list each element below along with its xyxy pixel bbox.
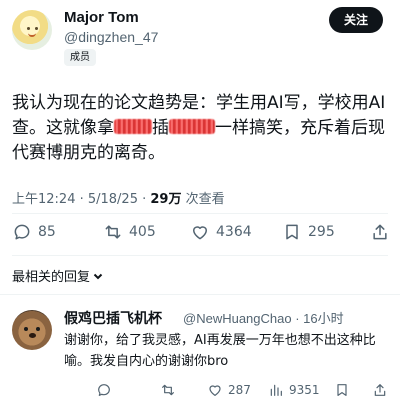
share-action[interactable] bbox=[370, 222, 390, 242]
replies-sort-dropdown[interactable]: 最相关的回复 bbox=[12, 266, 104, 285]
tweet-text-part-2: 插 bbox=[152, 118, 169, 138]
avatar-eye bbox=[24, 327, 28, 331]
share-icon bbox=[373, 224, 387, 240]
bookmark-icon bbox=[286, 224, 298, 240]
bookmark-icon bbox=[337, 384, 347, 396]
reply-text: 谢谢你，给了我灵感，AI再发展一万年也想不出这种比喻。我发自内心的谢谢你bro bbox=[64, 333, 376, 369]
divider bbox=[12, 255, 388, 256]
like-count: 4364 bbox=[216, 224, 252, 240]
reply-reply-action[interactable] bbox=[96, 382, 112, 398]
tweet-timestamp[interactable]: 上午12:24 · 5/18/25 · bbox=[12, 192, 150, 207]
redacted-word bbox=[114, 119, 152, 134]
like-action[interactable]: 4364 bbox=[190, 222, 252, 242]
bookmark-action[interactable]: 295 bbox=[282, 222, 335, 242]
bar-chart-icon bbox=[270, 384, 282, 396]
divider bbox=[0, 294, 400, 295]
reply-bookmark-action[interactable] bbox=[334, 382, 350, 398]
redacted-word bbox=[169, 119, 215, 134]
replies-sort-label: 最相关的回复 bbox=[12, 270, 91, 285]
reply-author-avatar[interactable] bbox=[12, 310, 52, 350]
member-badge: 成员 bbox=[64, 49, 96, 66]
chevron-down-icon bbox=[93, 273, 103, 279]
author-avatar[interactable] bbox=[12, 10, 52, 50]
view-count: 29万 bbox=[150, 192, 182, 207]
follow-button[interactable]: 关注 bbox=[329, 7, 383, 33]
repost-icon bbox=[105, 225, 121, 239]
reply-author-name[interactable]: 假鸡巴插飞机杯 bbox=[64, 308, 162, 328]
bookmark-count: 295 bbox=[308, 224, 335, 240]
tweet-meta: 上午12:24 · 5/18/25 · 29万 次查看 bbox=[12, 188, 225, 207]
avatar-eye bbox=[35, 27, 38, 30]
avatar-mouth bbox=[28, 33, 36, 37]
author-name[interactable]: Major Tom bbox=[64, 9, 139, 26]
reply-repost-action[interactable] bbox=[160, 382, 181, 398]
repost-count: 405 bbox=[129, 224, 156, 240]
repost-action[interactable]: 405 bbox=[103, 222, 156, 242]
reply-action[interactable]: 85 bbox=[12, 222, 56, 242]
heart-icon bbox=[209, 385, 221, 396]
repost-icon bbox=[162, 384, 174, 396]
author-handle[interactable]: @dingzhen_47 bbox=[64, 29, 158, 45]
avatar-eye bbox=[27, 27, 30, 30]
reply-like-count: 287 bbox=[228, 383, 251, 397]
view-label: 次查看 bbox=[181, 192, 225, 207]
heart-icon bbox=[193, 226, 207, 240]
tweet-text: 我认为现在的论文趋势是：学生用AI写，学校用AI查。这就像拿插一样搞笑，充斥着后… bbox=[12, 91, 392, 166]
avatar-eye bbox=[36, 327, 40, 331]
divider bbox=[12, 213, 388, 214]
avatar-nose bbox=[29, 333, 36, 338]
reply-views-action[interactable]: 9351 bbox=[268, 382, 320, 398]
reply-count: 85 bbox=[38, 224, 56, 240]
reply-share-action[interactable] bbox=[372, 382, 388, 398]
share-icon bbox=[374, 384, 386, 396]
reply-author-handle[interactable]: @NewHuangChao · 16小时 bbox=[183, 308, 344, 327]
reply-icon bbox=[98, 384, 110, 396]
reply-view-count: 9351 bbox=[289, 383, 320, 397]
reply-like-action[interactable]: 287 bbox=[207, 382, 251, 398]
reply-icon bbox=[14, 224, 30, 240]
